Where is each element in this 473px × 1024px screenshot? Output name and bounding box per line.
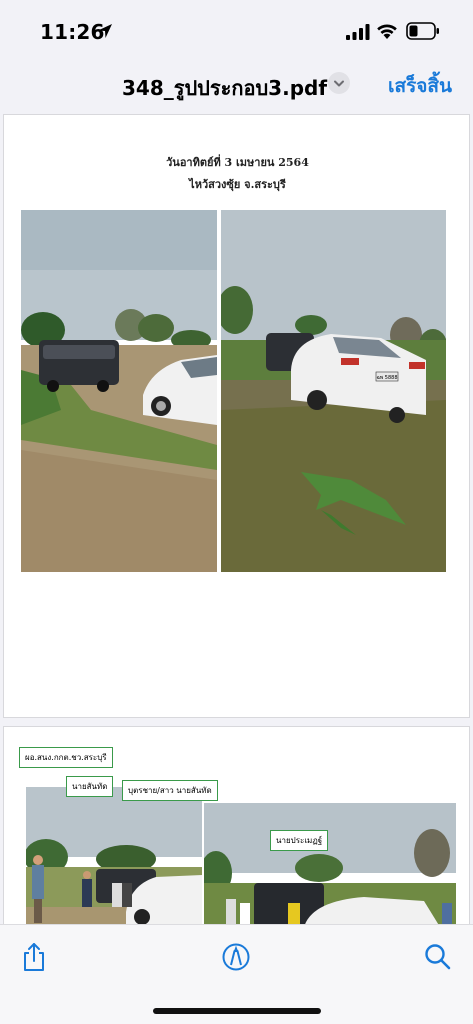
pdf-page-2[interactable]: ผอ.สนง.กกต.ชว.สระบุรี นายสันทัด บุตรชาย/… xyxy=(3,726,470,926)
markup-icon xyxy=(222,943,250,971)
home-indicator xyxy=(153,1008,321,1014)
photo-cars-and-trees xyxy=(204,803,456,925)
markup-button[interactable] xyxy=(221,941,251,973)
page-heading-location: ไหว้สวงซุ้ย จ.สระบุรี xyxy=(189,178,286,191)
pdf-page-1[interactable]: วันอาทิตย์ที่ 3 เมษายน 2564 ไหว้สวงซุ้ย … xyxy=(3,114,470,718)
wifi-icon xyxy=(377,24,397,39)
license-plate: ฉพ 5888 xyxy=(376,375,397,381)
battery-icon xyxy=(406,22,439,40)
search-button[interactable] xyxy=(423,941,453,973)
photo-group-near-cars xyxy=(26,787,202,925)
photo-van-and-car xyxy=(21,210,217,572)
photo-caption: นายประเมฏฐ์ xyxy=(270,830,329,851)
search-icon xyxy=(425,944,451,970)
status-time: 11:26 xyxy=(40,20,105,44)
share-button[interactable] xyxy=(19,941,49,973)
photo-caption: นายสันทัด xyxy=(66,776,114,797)
photo-caption: ผอ.สนง.กกต.ชว.สระบุรี xyxy=(19,747,113,768)
title-menu-button[interactable] xyxy=(328,72,350,94)
chevron-down-icon xyxy=(334,80,344,87)
page-heading-date: วันอาทิตย์ที่ 3 เมษายน 2564 xyxy=(166,156,309,169)
cellular-signal-icon xyxy=(346,24,370,40)
status-bar: 11:26 xyxy=(0,0,473,62)
done-button[interactable]: เสร็จสิ้น xyxy=(388,71,452,101)
share-icon xyxy=(24,943,44,971)
photo-caption: บุตรชาย/สาว นายสันทัด xyxy=(122,780,218,801)
document-title[interactable]: 348_รูปประกอบ3.pdf xyxy=(122,72,327,104)
location-arrow-icon xyxy=(98,24,112,38)
navigation-bar: 348_รูปประกอบ3.pdf เสร็จสิ้น xyxy=(0,62,473,112)
photo-white-sedan-and-leaves: ฉพ 5888 xyxy=(221,210,446,572)
